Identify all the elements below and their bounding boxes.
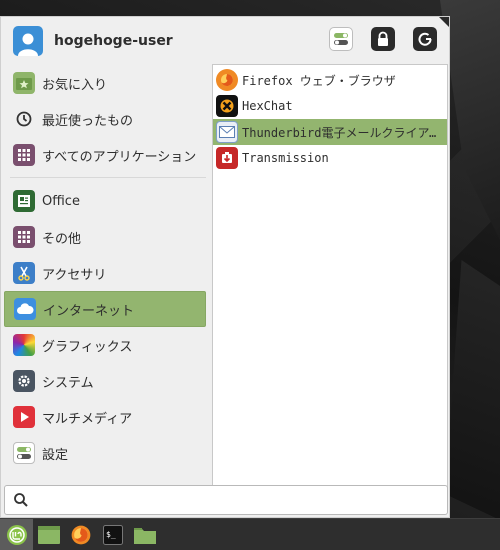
- firefox-icon: [216, 69, 238, 91]
- category-all-applications[interactable]: すべてのアプリケーション: [4, 137, 206, 173]
- all-apps-grid-icon: [13, 144, 35, 166]
- category-label: すべてのアプリケーション: [42, 149, 197, 165]
- category-list: お気に入り 最近使ったもの すべてのアプリケーション Office その他 アク…: [4, 65, 206, 471]
- app-transmission[interactable]: Transmission: [213, 145, 447, 171]
- internet-cloud-icon: [14, 298, 36, 320]
- category-label: お気に入り: [42, 77, 108, 93]
- category-label: 設定: [42, 447, 69, 463]
- firefox-icon[interactable]: [65, 519, 97, 550]
- system-gear-icon: [13, 370, 35, 392]
- category-system[interactable]: システム: [4, 363, 206, 399]
- power-icon[interactable]: [413, 27, 437, 51]
- application-menu: hogehoge-user お気に入り 最近使ったもの すべてのアプリケーション…: [0, 16, 450, 518]
- office-icon: [13, 190, 35, 212]
- session-buttons: [329, 27, 437, 51]
- search-input[interactable]: [37, 492, 437, 508]
- menu-corner-marker: [439, 17, 449, 27]
- app-thunderbird[interactable]: Thunderbird電子メールクライアント: [213, 119, 447, 145]
- category-label: その他: [42, 231, 82, 247]
- category-multimedia[interactable]: マルチメディア: [4, 399, 206, 435]
- category-label: システム: [42, 375, 94, 391]
- category-label: インターネット: [43, 303, 135, 319]
- lock-icon[interactable]: [371, 27, 395, 51]
- category-label: アクセサリ: [42, 267, 107, 283]
- category-settings[interactable]: 設定: [4, 435, 206, 471]
- files-folder-icon[interactable]: [129, 519, 161, 550]
- accessories-scissors-icon: [13, 262, 35, 284]
- category-other[interactable]: その他: [4, 219, 206, 255]
- settings-toggle-icon: [13, 442, 35, 464]
- category-office[interactable]: Office: [4, 183, 206, 219]
- category-recent[interactable]: 最近使ったもの: [4, 101, 206, 137]
- app-hexchat[interactable]: HexChat: [213, 93, 447, 119]
- category-favorites[interactable]: お気に入り: [4, 65, 206, 101]
- terminal-icon[interactable]: $_: [97, 519, 129, 550]
- application-list: Firefox ウェブ・ブラウザ HexChat Thunderbird電子メー…: [212, 64, 448, 493]
- recent-clock-icon: [13, 108, 35, 130]
- other-grid-icon: [13, 226, 35, 248]
- app-label: Transmission: [242, 151, 329, 165]
- thunderbird-mail-icon: [216, 121, 238, 143]
- category-label: Office: [42, 193, 80, 209]
- category-graphics[interactable]: グラフィックス: [4, 327, 206, 363]
- svg-text:$_: $_: [106, 530, 116, 539]
- taskbar: $_: [0, 518, 500, 550]
- username-label: hogehoge-user: [54, 33, 173, 49]
- mint-menu-icon[interactable]: [0, 518, 33, 550]
- transmission-icon: [216, 147, 238, 169]
- user-bar: hogehoge-user: [13, 25, 173, 57]
- app-firefox[interactable]: Firefox ウェブ・ブラウザ: [213, 67, 447, 93]
- search-box[interactable]: [4, 485, 448, 515]
- category-internet[interactable]: インターネット: [4, 291, 206, 327]
- user-avatar-icon[interactable]: [13, 26, 43, 56]
- app-label: HexChat: [242, 99, 293, 113]
- hexchat-icon: [216, 95, 238, 117]
- search-icon: [14, 493, 28, 507]
- graphics-icon: [13, 334, 35, 356]
- multimedia-play-icon: [13, 406, 35, 428]
- favorites-icon: [13, 72, 35, 94]
- category-label: グラフィックス: [42, 339, 133, 355]
- app-label: Thunderbird電子メールクライアント: [242, 125, 447, 140]
- category-accessories[interactable]: アクセサリ: [4, 255, 206, 291]
- category-label: マルチメディア: [42, 411, 133, 427]
- category-label: 最近使ったもの: [42, 113, 134, 129]
- category-separator: [10, 177, 206, 178]
- settings-toggle-icon[interactable]: [329, 27, 353, 51]
- wallpaper-shape: [445, 260, 500, 520]
- app-label: Firefox ウェブ・ブラウザ: [242, 73, 396, 88]
- show-desktop-folder-icon[interactable]: [33, 519, 65, 550]
